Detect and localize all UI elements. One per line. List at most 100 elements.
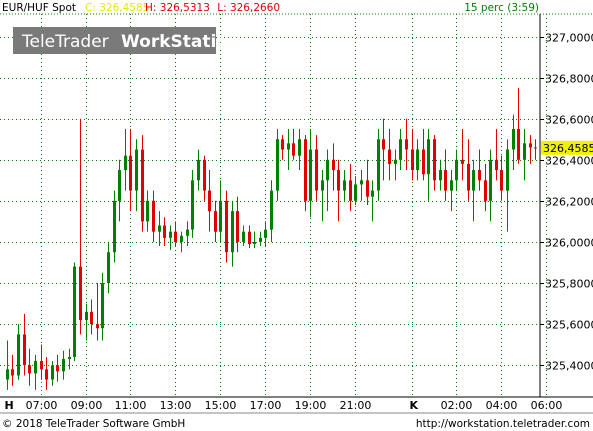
candle-body xyxy=(529,143,532,148)
candle-body xyxy=(523,143,526,160)
candle-body xyxy=(394,159,397,164)
candle-body xyxy=(146,200,149,222)
candle-body xyxy=(259,237,262,242)
y-tick-label: 325,4000 xyxy=(545,360,593,373)
candle-body xyxy=(281,139,284,150)
candle-body xyxy=(118,170,121,201)
copyright-text: © 2018 TeleTrader Software GmbH xyxy=(2,418,185,430)
y-tick-label: 327,0000 xyxy=(545,32,593,45)
x-tick-label: 13:00 xyxy=(160,399,192,412)
candle-body xyxy=(489,159,492,201)
x-tick-label: 21:00 xyxy=(340,399,372,412)
y-tick-label: 326,0000 xyxy=(545,237,593,250)
candle-body xyxy=(34,361,37,374)
candle-body xyxy=(349,180,352,201)
candle-body xyxy=(534,147,537,149)
candle-body xyxy=(321,180,324,191)
interval-label: 15 perc (3:59) xyxy=(464,2,539,14)
candle-body xyxy=(309,149,312,201)
candle-body xyxy=(298,139,301,156)
chart: EUR/HUF Spot C: 326,4585 H: 326,5313 L: … xyxy=(0,0,593,431)
candle-body xyxy=(500,170,503,191)
candle-body xyxy=(186,229,189,236)
candle-body xyxy=(292,143,295,156)
candle-body xyxy=(495,159,498,171)
candle-body xyxy=(152,200,155,232)
candle-body xyxy=(366,180,369,197)
symbol-label: EUR/HUF Spot xyxy=(2,2,76,14)
candle-body xyxy=(433,139,436,181)
x-tick-label: 06:00 xyxy=(531,399,563,412)
candle-body xyxy=(248,231,251,244)
candle-body xyxy=(371,190,374,197)
candle-body xyxy=(270,190,273,230)
high-label: H: 326,5313 xyxy=(145,2,210,14)
candle-body xyxy=(399,139,402,160)
candle-body xyxy=(40,361,43,370)
candle-body xyxy=(337,170,340,191)
watermark: TeleTrader WorkStation xyxy=(13,27,240,54)
y-tick-label: 326,6000 xyxy=(545,114,593,127)
chart-background xyxy=(0,0,593,431)
x-tick-label: K xyxy=(410,399,419,412)
y-tick-label: 326,8000 xyxy=(545,73,593,86)
candle-body xyxy=(73,266,76,357)
high-low-label: H: 326,5313 L: 326,2660 xyxy=(145,2,280,14)
candle-body xyxy=(354,184,357,201)
candle-body xyxy=(382,139,385,150)
candle-body xyxy=(28,365,31,374)
x-tick-label: 04:00 xyxy=(486,399,518,412)
url-text: http://workstation.teletrader.com xyxy=(416,418,590,430)
candle-body xyxy=(56,365,59,372)
candle-body xyxy=(124,155,127,171)
x-tick-label: 07:00 xyxy=(26,399,58,412)
y-tick-label: 325,6000 xyxy=(545,319,593,332)
candle-body xyxy=(79,266,82,320)
y-axis: 325,4000 325,6000 325,8000 326,0000 326,2000… xyxy=(540,32,593,373)
candle-body xyxy=(219,200,222,232)
candle-body xyxy=(214,211,217,232)
candle-body xyxy=(174,231,177,242)
candle-body xyxy=(405,139,408,150)
candle-body xyxy=(23,334,26,366)
candle-body xyxy=(90,311,93,325)
candle-body xyxy=(276,139,279,191)
candle-body xyxy=(332,159,335,171)
x-tick-label: 19:00 xyxy=(295,399,327,412)
candle-body xyxy=(129,155,132,191)
candle-body xyxy=(11,369,14,376)
candle-body xyxy=(141,149,144,222)
candle-body xyxy=(506,149,509,191)
candle-body xyxy=(101,283,104,329)
candle-body xyxy=(45,369,48,380)
candle-body xyxy=(236,211,239,242)
x-tick-label: 11:00 xyxy=(115,399,147,412)
candle-body xyxy=(62,359,65,372)
candle-body xyxy=(68,356,71,360)
candle-body xyxy=(512,128,515,150)
candle-body xyxy=(208,190,211,212)
close-label: C: 326,4585 xyxy=(85,2,149,14)
last-price-label: 326,4585 xyxy=(543,142,593,155)
y-tick-label: 325,8000 xyxy=(545,278,593,291)
candle-body xyxy=(85,311,88,320)
candle-body xyxy=(180,235,183,242)
low-label: L: 326,2660 xyxy=(217,2,280,14)
x-tick-label: 15:00 xyxy=(205,399,237,412)
x-tick-label: H xyxy=(5,399,14,412)
candle-body xyxy=(191,180,194,230)
candle-body xyxy=(163,225,166,238)
watermark-text-1: TeleTrader xyxy=(21,32,109,52)
candle-body xyxy=(304,139,307,201)
candle-body xyxy=(242,231,245,242)
candle-body xyxy=(484,180,487,201)
candle-body xyxy=(450,180,453,191)
candle-body xyxy=(158,225,161,232)
candle-body xyxy=(326,159,329,181)
candle-body xyxy=(197,159,200,181)
candle-body xyxy=(377,139,380,191)
candle-body xyxy=(422,149,425,175)
candle-body xyxy=(6,369,9,380)
y-tick-label: 326,4000 xyxy=(545,155,593,168)
candle-body xyxy=(264,229,267,238)
